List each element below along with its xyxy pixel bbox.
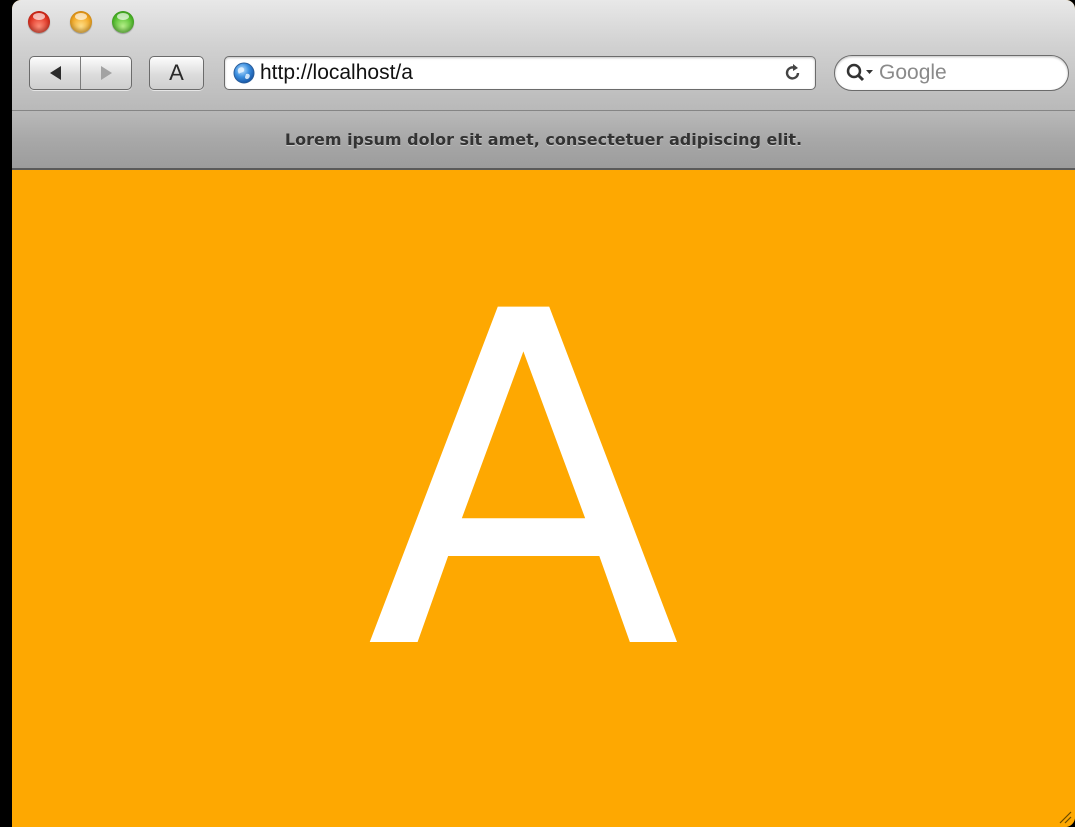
search-icon (846, 63, 873, 82)
close-window-button[interactable] (28, 11, 50, 33)
url-text: http://localhost/a (260, 61, 413, 84)
forward-arrow-icon (100, 66, 112, 80)
bookmarks-bar-text[interactable]: Lorem ipsum dolor sit amet, consectetuer… (285, 130, 802, 149)
resize-handle-icon[interactable] (1058, 810, 1072, 824)
forward-button[interactable] (81, 57, 131, 89)
search-placeholder: Google (879, 61, 947, 84)
globe-icon (233, 62, 255, 84)
page-content: A (12, 170, 1075, 827)
zoom-window-button[interactable] (112, 11, 134, 33)
text-size-label: A (169, 60, 184, 85)
back-forward-buttons (29, 56, 132, 90)
browser-window: A http://localhost/a Google Lorem ipsum … (12, 0, 1075, 827)
text-size-button[interactable]: A (149, 56, 204, 90)
back-arrow-icon (49, 66, 61, 80)
minimize-window-button[interactable] (70, 11, 92, 33)
address-bar[interactable]: http://localhost/a (224, 56, 816, 90)
search-field[interactable]: Google (834, 55, 1069, 91)
toolbar: A http://localhost/a Google (12, 0, 1075, 111)
bookmarks-bar: Lorem ipsum dolor sit amet, consectetuer… (12, 111, 1075, 170)
reload-icon[interactable] (783, 63, 803, 83)
back-button[interactable] (30, 57, 80, 89)
page-letter: A (366, 215, 681, 751)
